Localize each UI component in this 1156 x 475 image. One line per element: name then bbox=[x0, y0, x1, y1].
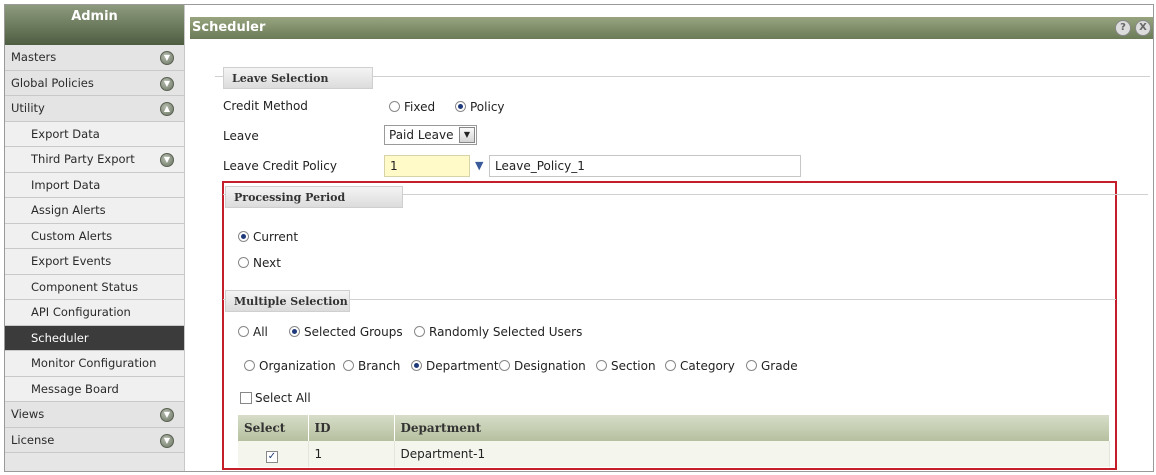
section-divider bbox=[223, 299, 1116, 300]
app-window: Admin Masters ▼ Global Policies ▼ Utility ▲ Ex… bbox=[4, 4, 1154, 472]
leave-selection-heading: Leave Selection bbox=[223, 67, 373, 89]
credit-method-fixed[interactable]: Fixed bbox=[389, 100, 435, 114]
group-department[interactable]: Department bbox=[411, 359, 499, 373]
checkbox-icon[interactable] bbox=[240, 392, 252, 404]
chevron-down-icon[interactable]: ▼ bbox=[160, 408, 174, 422]
policy-name-field[interactable]: Leave_Policy_1 bbox=[489, 155, 801, 177]
sidebar-item-label: Utility bbox=[11, 101, 45, 115]
sidebar-item-label: Scheduler bbox=[31, 330, 89, 345]
sidebar-item-label: Export Data bbox=[31, 126, 100, 141]
radio-icon[interactable] bbox=[499, 360, 510, 371]
radio-icon[interactable] bbox=[238, 231, 249, 242]
leave-credit-policy-label: Leave Credit Policy bbox=[223, 159, 337, 173]
sidebar-item-component-status[interactable]: Component Status bbox=[5, 274, 184, 300]
radio-icon[interactable] bbox=[343, 360, 354, 371]
sidebar-item-label: Export Events bbox=[31, 254, 112, 268]
checkbox-checked-icon[interactable]: ✓ bbox=[266, 450, 278, 463]
radio-icon[interactable] bbox=[244, 360, 255, 371]
chevron-up-icon[interactable]: ▲ bbox=[160, 102, 174, 116]
sidebar-item-license[interactable]: License ▼ bbox=[5, 427, 184, 453]
sidebar-item-api-configuration[interactable]: API Configuration bbox=[5, 300, 184, 326]
group-category[interactable]: Category bbox=[665, 359, 735, 373]
select-all[interactable]: Select All bbox=[240, 391, 311, 405]
radio-icon[interactable] bbox=[389, 101, 400, 112]
column-header-select[interactable]: Select bbox=[238, 415, 309, 441]
radio-icon[interactable] bbox=[414, 326, 425, 337]
sidebar-item-label: Message Board bbox=[31, 381, 119, 396]
sidebar-item-label: Masters bbox=[11, 50, 57, 64]
panel-titlebar: Scheduler ? X bbox=[190, 17, 1153, 39]
radio-icon[interactable] bbox=[238, 326, 249, 337]
sidebar-item-export-events[interactable]: Export Events bbox=[5, 249, 184, 275]
column-header-department[interactable]: Department bbox=[394, 415, 1110, 441]
sidebar-item-third-party-export[interactable]: Third Party Export ▼ bbox=[5, 147, 184, 173]
chevron-down-icon[interactable]: ▼ bbox=[160, 153, 174, 167]
sidebar-item-views[interactable]: Views ▼ bbox=[5, 402, 184, 428]
sidebar-item-message-board[interactable]: Message Board bbox=[5, 376, 184, 402]
chevron-down-icon[interactable]: ▼ bbox=[160, 76, 174, 91]
sidebar-item-monitor-configuration[interactable]: Monitor Configuration bbox=[5, 351, 184, 377]
close-icon[interactable]: X bbox=[1135, 20, 1151, 36]
group-grade[interactable]: Grade bbox=[746, 359, 798, 373]
policy-id-field[interactable]: 1 bbox=[384, 155, 470, 177]
sidebar-item-custom-alerts[interactable]: Custom Alerts bbox=[5, 223, 184, 249]
radio-icon[interactable] bbox=[238, 257, 249, 268]
radio-icon[interactable] bbox=[289, 326, 300, 337]
radio-icon[interactable] bbox=[596, 360, 607, 371]
pin-icon[interactable]: ▼ bbox=[475, 159, 483, 172]
sidebar-item-masters[interactable]: Masters ▼ bbox=[5, 45, 184, 71]
radio-icon[interactable] bbox=[665, 360, 676, 371]
sidebar-item-export-data[interactable]: Export Data bbox=[5, 121, 184, 147]
sidebar-item-assign-alerts[interactable]: Assign Alerts bbox=[5, 198, 184, 224]
sidebar-item-label: Custom Alerts bbox=[31, 228, 113, 243]
help-icon[interactable]: ? bbox=[1115, 20, 1131, 36]
radio-icon[interactable] bbox=[746, 360, 757, 371]
credit-method-policy[interactable]: Policy bbox=[455, 100, 505, 114]
sidebar-item-label: Monitor Configuration bbox=[31, 356, 157, 370]
department-table: Select ID Department ✓ 1 Department-1 bbox=[238, 415, 1110, 467]
row-id-cell: 1 bbox=[308, 441, 395, 467]
sidebar: Admin Masters ▼ Global Policies ▼ Utility ▲ Ex… bbox=[5, 5, 185, 471]
group-section[interactable]: Section bbox=[596, 359, 656, 373]
radio-icon[interactable] bbox=[455, 101, 466, 112]
leave-select[interactable]: Paid Leave ▼ bbox=[384, 125, 477, 145]
multiple-selection-heading: Multiple Selection bbox=[225, 290, 350, 312]
period-next[interactable]: Next bbox=[238, 256, 281, 270]
group-designation[interactable]: Designation bbox=[499, 359, 586, 373]
group-branch[interactable]: Branch bbox=[343, 359, 400, 373]
panel-title: Scheduler bbox=[192, 20, 266, 35]
sidebar-item-import-data[interactable]: Import Data bbox=[5, 172, 184, 198]
sidebar-header: Admin bbox=[5, 5, 184, 45]
sidebar-item-label: Views bbox=[11, 407, 45, 421]
group-organization[interactable]: Organization bbox=[244, 359, 336, 373]
table-row[interactable]: ✓ 1 Department-1 bbox=[238, 441, 1110, 467]
scope-all[interactable]: All bbox=[238, 325, 268, 339]
sidebar-item-scheduler[interactable]: Scheduler bbox=[5, 325, 184, 351]
sidebar-item-label: Import Data bbox=[31, 177, 101, 192]
chevron-down-icon[interactable]: ▼ bbox=[160, 51, 174, 65]
processing-period-heading: Processing Period bbox=[225, 186, 403, 208]
scope-selected-groups[interactable]: Selected Groups bbox=[289, 325, 403, 339]
chevron-down-icon[interactable]: ▼ bbox=[459, 127, 475, 143]
period-current[interactable]: Current bbox=[238, 230, 298, 244]
sidebar-item-label: Global Policies bbox=[11, 75, 94, 90]
scope-random-users[interactable]: Randomly Selected Users bbox=[414, 325, 582, 339]
row-select-cell[interactable]: ✓ bbox=[238, 441, 309, 467]
credit-method-label: Credit Method bbox=[223, 99, 308, 113]
sidebar-item-label: API Configuration bbox=[31, 305, 131, 319]
table-header-row: Select ID Department bbox=[238, 415, 1110, 441]
radio-icon[interactable] bbox=[411, 360, 422, 371]
row-department-cell: Department-1 bbox=[394, 441, 1110, 467]
sidebar-nav: Masters ▼ Global Policies ▼ Utility ▲ Export D… bbox=[5, 45, 184, 453]
leave-label: Leave bbox=[223, 129, 259, 143]
column-header-id[interactable]: ID bbox=[308, 415, 395, 441]
sidebar-item-label: Component Status bbox=[31, 279, 139, 294]
sidebar-item-utility[interactable]: Utility ▲ bbox=[5, 96, 184, 122]
sidebar-item-label: Assign Alerts bbox=[31, 203, 106, 217]
chevron-down-icon[interactable]: ▼ bbox=[160, 433, 174, 448]
sidebar-item-label: Third Party Export bbox=[31, 152, 135, 166]
sidebar-item-global-policies[interactable]: Global Policies ▼ bbox=[5, 70, 184, 96]
sidebar-item-label: License bbox=[11, 432, 55, 447]
